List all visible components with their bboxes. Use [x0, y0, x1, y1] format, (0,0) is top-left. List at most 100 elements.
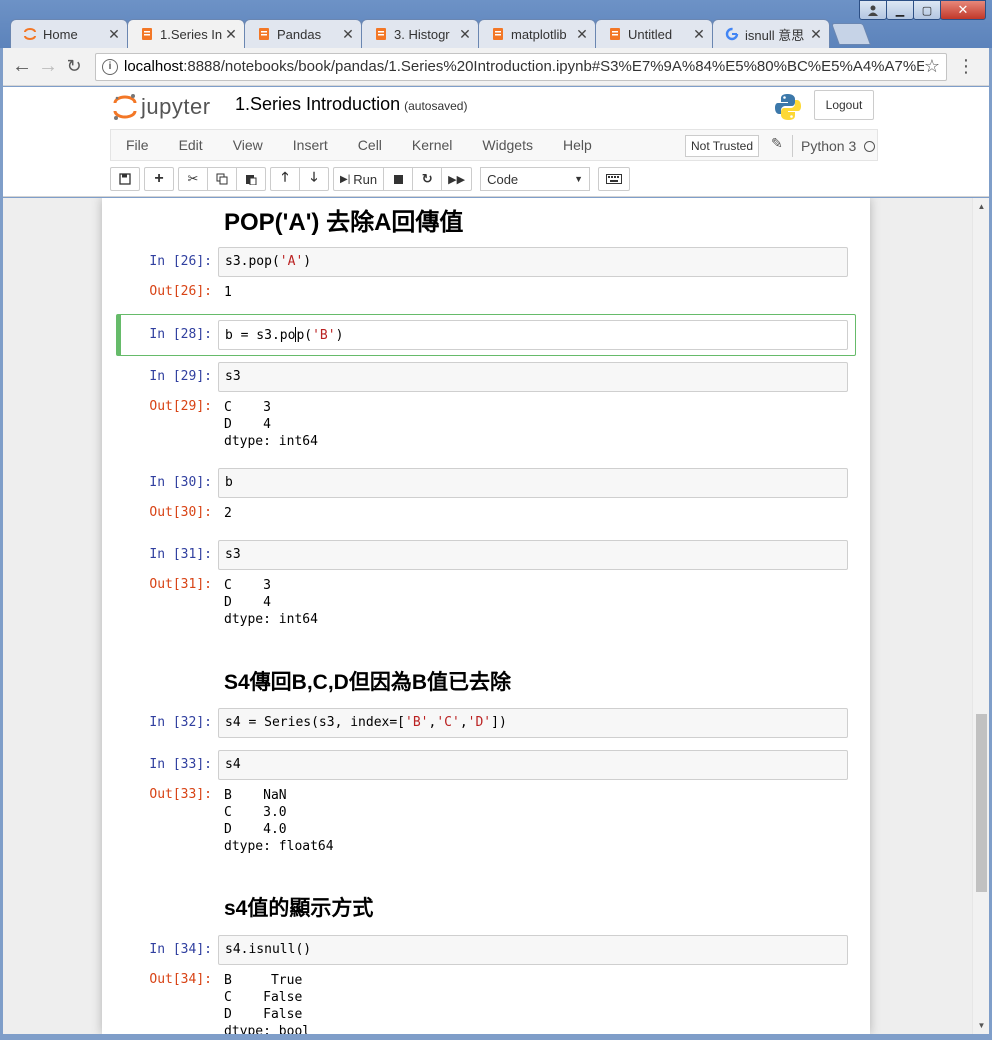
- close-icon[interactable]: ✕: [458, 26, 472, 43]
- scrollbar-thumb[interactable]: [976, 714, 987, 892]
- vertical-scrollbar[interactable]: ▲ ▼: [972, 198, 989, 1034]
- browser-menu-icon[interactable]: ⋮: [953, 56, 979, 77]
- close-icon[interactable]: ✕: [809, 26, 823, 43]
- output-prompt: Out[34]:: [149, 972, 212, 987]
- menu-cell[interactable]: Cell: [343, 137, 397, 153]
- cell-output: 1: [224, 285, 232, 300]
- code-cell[interactable]: In [29]: s3 Out[29]: C 3 D 4 dtype: int6…: [116, 362, 856, 457]
- tab-pandas[interactable]: Pandas ✕: [244, 19, 362, 48]
- tab-histogram[interactable]: 3. Histogr ✕: [361, 19, 479, 48]
- forward-icon[interactable]: →: [35, 54, 61, 80]
- save-button[interactable]: [110, 167, 140, 191]
- notebook-icon: [491, 27, 505, 41]
- menu-kernel[interactable]: Kernel: [397, 137, 467, 153]
- code-cell[interactable]: In [34]: s4.isnull() Out[34]: B True C F…: [116, 935, 856, 1034]
- notebook-area[interactable]: POP('A') 去除A回傳值 In [26]: s3.pop('A') Out…: [3, 198, 989, 1034]
- tab-google-isnull[interactable]: isnull 意思 ✕: [712, 19, 830, 48]
- notebook-icon: [140, 27, 154, 41]
- browser-tab-strip: Home ✕ 1.Series In ✕ Pandas ✕ 3. Histogr…: [0, 0, 992, 48]
- code-input[interactable]: b = s3.pop('B'): [218, 320, 848, 350]
- code-cell[interactable]: In [31]: s3 Out[31]: C 3 D 4 dtype: int6…: [116, 540, 856, 635]
- copy-button[interactable]: [207, 167, 237, 191]
- maximize-button[interactable]: ▢: [913, 0, 941, 20]
- user-icon[interactable]: [859, 0, 887, 20]
- restart-icon: ↻: [421, 171, 433, 186]
- tab-matplotlib[interactable]: matplotlib ✕: [478, 19, 596, 48]
- menu-help[interactable]: Help: [548, 137, 607, 153]
- menu-edit[interactable]: Edit: [164, 137, 218, 153]
- close-icon[interactable]: ✕: [341, 26, 355, 43]
- jupyter-logo-text: jupyter: [141, 94, 211, 119]
- step-forward-icon: ▶|: [340, 173, 351, 185]
- code-input[interactable]: s3: [218, 362, 848, 392]
- close-icon[interactable]: ✕: [107, 26, 121, 43]
- tab-untitled[interactable]: Untitled ✕: [595, 19, 713, 48]
- logout-button[interactable]: Logout: [814, 90, 874, 120]
- reload-icon[interactable]: ↻: [61, 54, 87, 80]
- code-cell[interactable]: In [30]: b Out[30]: 2: [116, 468, 856, 528]
- selected-code-cell[interactable]: In [28]: b = s3.pop('B'): [116, 314, 856, 356]
- close-icon[interactable]: ✕: [224, 26, 238, 43]
- url-path: :8888/notebooks/book/pandas/1.Series%20I…: [183, 58, 924, 75]
- restart-run-all-button[interactable]: ▶▶: [441, 167, 473, 191]
- bookmark-star-icon[interactable]: ☆: [924, 56, 940, 77]
- cell-output: B True C False D False dtype: bool: [224, 973, 311, 1034]
- code-text: ): [335, 328, 344, 343]
- code-input[interactable]: s4: [218, 750, 848, 780]
- url-text[interactable]: localhost:8888/notebooks/book/pandas/1.S…: [124, 58, 924, 75]
- code-input[interactable]: s4.isnull(): [218, 935, 848, 965]
- tab-label: matplotlib: [511, 26, 567, 42]
- back-icon[interactable]: ←: [9, 54, 35, 80]
- jupyter-icon: [23, 27, 37, 41]
- jupyter-logo[interactable]: jupyter: [113, 93, 211, 121]
- code-cell[interactable]: In [26]: s3.pop('A') Out[26]: 1: [116, 247, 856, 307]
- markdown-heading[interactable]: s4值的顯示方式: [224, 892, 373, 922]
- notebook-icon: [257, 27, 271, 41]
- output-prompt: Out[29]:: [149, 399, 212, 414]
- close-icon[interactable]: ✕: [692, 26, 706, 43]
- code-text: s3.pop(: [225, 254, 280, 269]
- code-string: 'B': [312, 328, 336, 343]
- insert-cell-button[interactable]: +: [144, 167, 174, 191]
- move-up-button[interactable]: 🡑: [270, 167, 300, 191]
- paste-button[interactable]: [236, 167, 266, 191]
- cut-button[interactable]: ✂: [178, 167, 208, 191]
- run-button[interactable]: ▶| Run: [333, 167, 385, 191]
- info-icon[interactable]: i: [102, 58, 118, 75]
- close-window-button[interactable]: ✕: [940, 0, 986, 20]
- new-tab-button[interactable]: [830, 23, 872, 45]
- scroll-up-icon[interactable]: ▲: [973, 198, 989, 215]
- code-input[interactable]: s4 = Series(s3, index=['B','C','D']): [218, 708, 848, 738]
- edit-mode-pencil-icon: ✎: [771, 135, 783, 151]
- notebook-title[interactable]: 1.Series Introduction (autosaved): [235, 94, 467, 115]
- kernel-idle-icon: [864, 140, 876, 152]
- code-cell[interactable]: In [32]: s4 = Series(s3, index=['B','C',…: [116, 708, 856, 740]
- input-prompt: In [33]:: [149, 757, 212, 772]
- interrupt-button[interactable]: [383, 167, 414, 191]
- markdown-heading[interactable]: POP('A') 去除A回傳值: [224, 202, 463, 237]
- menu-view[interactable]: View: [218, 137, 278, 153]
- notebook-name[interactable]: 1.Series Introduction: [235, 94, 400, 114]
- tab-list: Home ✕ 1.Series In ✕ Pandas ✕ 3. Histogr…: [10, 19, 872, 48]
- tab-home[interactable]: Home ✕: [10, 19, 128, 48]
- menu-file[interactable]: File: [111, 137, 164, 153]
- minimize-button[interactable]: ▁: [886, 0, 914, 20]
- code-string: 'B': [405, 715, 429, 730]
- markdown-heading[interactable]: S4傳回B,C,D但因為B值已去除: [224, 666, 511, 696]
- code-input[interactable]: b: [218, 468, 848, 498]
- scroll-down-icon[interactable]: ▼: [973, 1017, 989, 1034]
- restart-button[interactable]: ↻: [412, 167, 443, 191]
- code-input[interactable]: s3.pop('A'): [218, 247, 848, 277]
- address-bar[interactable]: i localhost:8888/notebooks/book/pandas/1…: [95, 52, 947, 81]
- cell-type-select[interactable]: Code ▼: [480, 167, 591, 191]
- code-input[interactable]: s3: [218, 540, 848, 570]
- tab-label: Pandas: [277, 26, 322, 42]
- move-down-button[interactable]: 🡓: [299, 167, 329, 191]
- not-trusted-button[interactable]: Not Trusted: [685, 135, 760, 157]
- command-palette-button[interactable]: [598, 167, 631, 191]
- tab-series-introduction[interactable]: 1.Series In ✕: [127, 19, 245, 48]
- code-cell[interactable]: In [33]: s4 Out[33]: B NaN C 3.0 D 4.0 d…: [116, 750, 856, 862]
- menu-insert[interactable]: Insert: [278, 137, 343, 153]
- close-icon[interactable]: ✕: [575, 26, 589, 43]
- menu-widgets[interactable]: Widgets: [467, 137, 548, 153]
